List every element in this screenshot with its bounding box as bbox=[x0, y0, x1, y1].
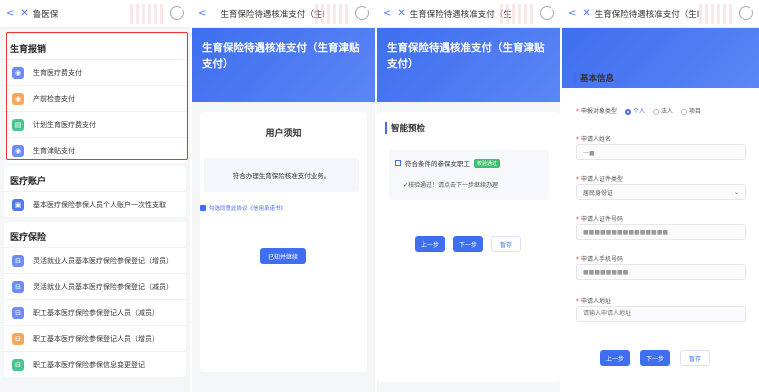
section-account: 医疗账户 ▣ 基本医疗保险参保人员个人账户一次性支取 bbox=[4, 166, 186, 217]
section-maternity: 生育报销 ◉ 生育医疗费支付 ◉ 产前检查支付 ▤ 计划生育医疗费支付 ◉ 生育津贴支付 bbox=[4, 34, 186, 163]
addr-input[interactable] bbox=[576, 306, 746, 322]
app-header: < 生育保险待遇核准支付（生I bbox=[192, 0, 375, 28]
id-type-select[interactable]: 居民身份证 ⌄ bbox=[576, 184, 746, 200]
close-icon[interactable]: ✕ bbox=[582, 8, 590, 19]
watermark-icon bbox=[699, 4, 733, 24]
list-item[interactable]: ⊟ 职工基本医疗保险参保信息变更登记 bbox=[4, 351, 186, 377]
next-button[interactable]: 下一步 bbox=[453, 236, 483, 252]
precheck-card: 智能预检 符合条件的参保女职工 校验通过 ✓核验通过！请点击下一步继续办理 上一… bbox=[377, 112, 560, 382]
prev-button[interactable]: 上一步 bbox=[415, 236, 445, 252]
checkbox-icon bbox=[200, 205, 206, 211]
back-icon[interactable]: < bbox=[6, 8, 14, 19]
section-title: 医疗保险 bbox=[10, 233, 47, 243]
watermark-icon bbox=[500, 4, 534, 24]
list-item[interactable]: ▣ 基本医疗保险参保人员个人账户一次性支取 bbox=[4, 191, 186, 217]
watermark-icon bbox=[315, 4, 349, 24]
phone-field[interactable]: ■■■■■■■■ bbox=[576, 264, 746, 280]
app-title: 生育保险待遇核准支付（生I bbox=[594, 9, 700, 20]
close-icon[interactable]: ✕ bbox=[20, 8, 28, 19]
service-icon: ▤ bbox=[12, 118, 24, 131]
radio-icon[interactable] bbox=[680, 108, 687, 115]
phone-label: * 申请人手机号码 bbox=[576, 256, 624, 263]
notice-text: 符合办理生育保险核准支付业务。 bbox=[204, 158, 359, 192]
service-icon: ◉ bbox=[12, 66, 24, 79]
section-title: 基本信息 bbox=[574, 72, 614, 84]
list-item[interactable]: ⊟ 职工基本医疗保险参保登记人员（减员） bbox=[4, 299, 186, 325]
service-icon: ◉ bbox=[12, 144, 24, 157]
name-field[interactable]: 一■ bbox=[576, 144, 746, 160]
section-title: 医疗账户 bbox=[10, 177, 47, 187]
continue-button[interactable]: 已知并继续 bbox=[260, 248, 306, 264]
next-button[interactable]: 下一步 bbox=[640, 350, 670, 366]
prev-button[interactable]: 上一步 bbox=[600, 350, 630, 366]
app-title: 鲁医保 bbox=[32, 9, 59, 20]
form-panel: < ✕ 生育保险待遇核准支付（生I 基本信息 * 申报对象类型 个人 法人 项目 … bbox=[562, 0, 759, 392]
service-icon: ⊟ bbox=[12, 306, 24, 319]
close-icon[interactable]: ✕ bbox=[397, 8, 405, 19]
back-icon[interactable]: < bbox=[568, 8, 576, 19]
chevron-down-icon: ⌄ bbox=[733, 188, 739, 196]
list-item[interactable]: ⊟ 职工基本医疗保险参保登记人员（增员） bbox=[4, 325, 186, 351]
list-item[interactable]: ⊟ 灵活就业人员基本医疗保险参保登记（减员） bbox=[4, 273, 186, 299]
id-type-label: * 申请人证件类型 bbox=[576, 176, 624, 183]
checkbox-icon bbox=[395, 160, 401, 166]
service-icon: ⊟ bbox=[12, 254, 24, 267]
id-no-field[interactable]: ■■■■■■■■■■■■■■■ bbox=[576, 224, 746, 240]
addr-label: * 申请人地址 bbox=[576, 298, 612, 305]
app-header: < ✕ 生育保险待遇核准支付（生I bbox=[377, 0, 560, 28]
list-item[interactable]: ▤ 计划生育医疗费支付 bbox=[4, 111, 186, 137]
name-label: * 申请人姓名 bbox=[576, 136, 612, 143]
service-icon: ⊟ bbox=[12, 332, 24, 345]
app-header: < ✕ 鲁医保 bbox=[0, 0, 190, 28]
save-button[interactable]: 暂存 bbox=[491, 236, 521, 252]
radio-icon[interactable] bbox=[624, 108, 631, 115]
refresh-icon[interactable] bbox=[739, 6, 754, 20]
service-icon: ◉ bbox=[12, 92, 24, 105]
section-insurance: 医疗保险 ⊟ 灵活就业人员基本医疗保险参保登记（增员） ⊟ 灵活就业人员基本医疗保险… bbox=[4, 222, 186, 377]
notice-card: 用户须知 符合办理生育保险核准支付业务。 勾选同意此协议《信用承诺书》 已知并继… bbox=[200, 112, 367, 372]
list-item[interactable]: ⊟ 灵活就业人员基本医疗保险参保登记（增员） bbox=[4, 247, 186, 273]
app-title: 生育保险待遇核准支付（生I bbox=[409, 9, 512, 20]
check-pass-text: ✓核验通过！请点击下一步继续办理 bbox=[403, 182, 499, 189]
back-icon[interactable]: < bbox=[198, 8, 206, 19]
save-button[interactable]: 暂存 bbox=[680, 350, 710, 366]
app-header: < ✕ 生育保险待遇核准支付（生I bbox=[562, 0, 759, 28]
list-item[interactable]: ◉ 生育医疗费支付 bbox=[4, 59, 186, 85]
screenshot-collage: < ✕ 鲁医保 生育报销 ◉ 生育医疗费支付 ◉ 产前检查支付 ▤ 计划生育医疗费支付… bbox=[0, 0, 759, 392]
refresh-icon[interactable] bbox=[540, 6, 555, 20]
refresh-icon[interactable] bbox=[355, 6, 370, 20]
check-result: 符合条件的参保女职工 校验通过 ✓核验通过！请点击下一步继续办理 bbox=[389, 150, 549, 200]
service-list-panel: < ✕ 鲁医保 生育报销 ◉ 生育医疗费支付 ◉ 产前检查支付 ▤ 计划生育医疗费支付… bbox=[0, 0, 190, 392]
back-icon[interactable]: < bbox=[383, 8, 391, 19]
check-label: 符合条件的参保女职工 bbox=[405, 160, 470, 168]
section-title: 生育报销 bbox=[10, 45, 47, 55]
list-item[interactable]: ◉ 生育津贴支付 bbox=[4, 137, 186, 163]
watermark-icon bbox=[130, 4, 164, 24]
notice-panel: < 生育保险待遇核准支付（生I 生育保险待遇核准支付（生育津贴支付） 用户须知 … bbox=[192, 0, 375, 392]
list-item[interactable]: ◉ 产前检查支付 bbox=[4, 85, 186, 111]
notice-title: 用户须知 bbox=[265, 129, 302, 139]
applicant-type-label: * 申报对象类型 个人 法人 项目 bbox=[576, 108, 701, 115]
page-banner: 生育保险待遇核准支付（生育津贴支付） bbox=[192, 28, 375, 102]
status-badge: 校验通过 bbox=[474, 158, 501, 168]
refresh-icon[interactable] bbox=[170, 6, 185, 20]
precheck-panel: < ✕ 生育保险待遇核准支付（生I 生育保险待遇核准支付（生育津贴支付） 智能预… bbox=[377, 0, 560, 392]
service-icon: ⊟ bbox=[12, 358, 24, 371]
service-icon: ▣ bbox=[12, 198, 24, 211]
id-no-label: * 申请人证件号码 bbox=[576, 216, 624, 223]
app-title: 生育保险待遇核准支付（生I bbox=[220, 9, 325, 20]
page-banner: 生育保险待遇核准支付（生育津贴支付） bbox=[377, 28, 560, 102]
radio-icon[interactable] bbox=[652, 108, 659, 115]
service-icon: ⊟ bbox=[12, 280, 24, 293]
section-title: 智能预检 bbox=[385, 122, 425, 134]
agree-checkbox[interactable]: 勾选同意此协议《信用承诺书》 bbox=[200, 204, 286, 212]
